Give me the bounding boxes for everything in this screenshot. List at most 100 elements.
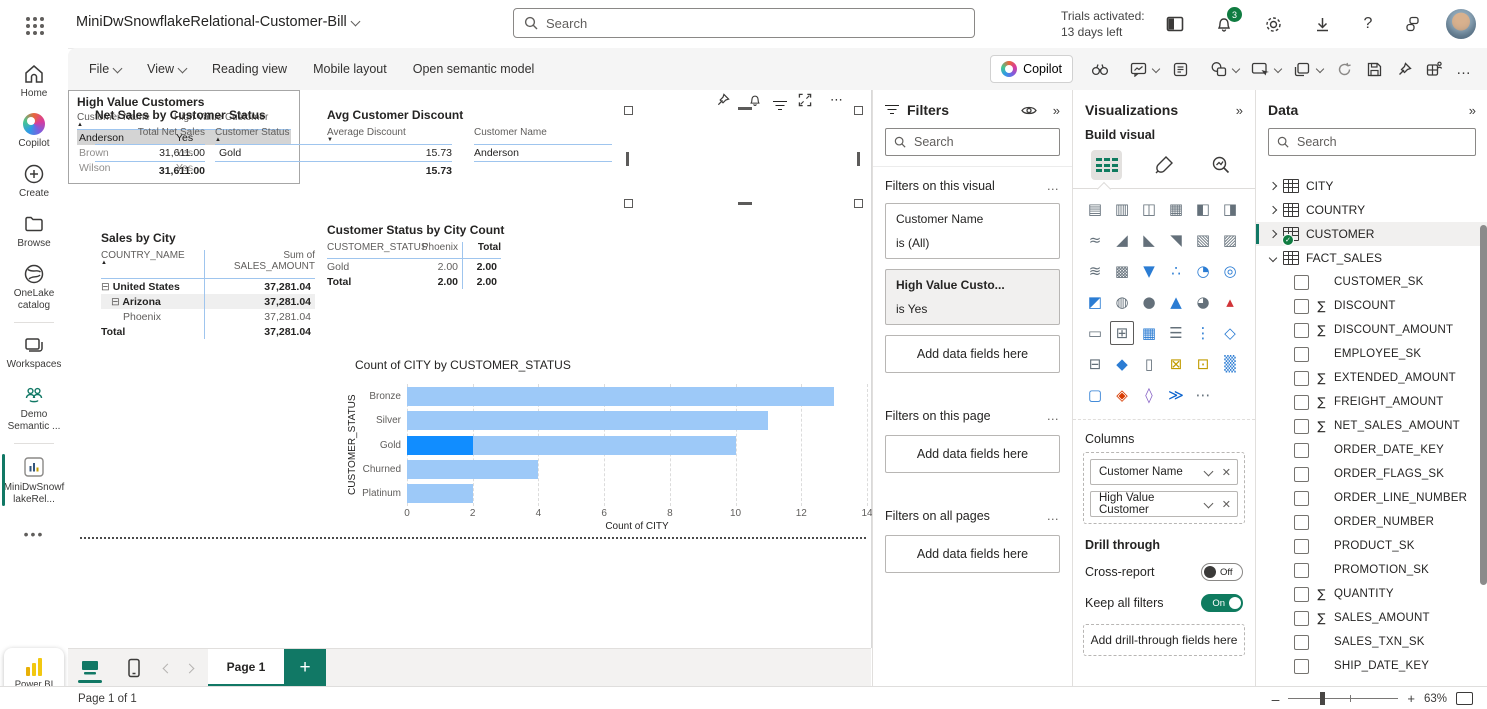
nav-home[interactable]: Home — [0, 56, 68, 106]
add-fields-dropzone[interactable]: Add data fields here — [885, 335, 1060, 373]
viz-icon-azure-map[interactable]: ▲ — [1164, 290, 1188, 314]
field-item-ship_date_key[interactable]: SHIP_DATE_KEY — [1256, 654, 1487, 678]
column-header[interactable]: Phoenix — [419, 242, 463, 259]
data-search-input[interactable]: Search — [1268, 128, 1476, 156]
visual-avg-discount-table[interactable]: Avg Customer Discount Average Discount▼ … — [327, 108, 612, 180]
field-item-discount[interactable]: ∑DISCOUNT — [1256, 294, 1487, 318]
viz-icon-table[interactable]: ⊞ — [1110, 321, 1134, 345]
field-item-order_date_key[interactable]: ORDER_DATE_KEY — [1256, 438, 1487, 462]
alert-icon[interactable] — [748, 93, 762, 107]
field-checkbox[interactable] — [1294, 635, 1309, 650]
matrix-row-label[interactable]: ⊟ Arizona — [101, 294, 205, 309]
viz-icon-slicer[interactable]: ▭ — [1083, 321, 1107, 345]
field-item-product_sk[interactable]: PRODUCT_SK — [1256, 534, 1487, 558]
bar-bronze[interactable] — [407, 387, 834, 406]
visual-status-by-city-matrix[interactable]: Customer Status by City Count CUSTOMER_S… — [327, 223, 505, 289]
field-checkbox[interactable] — [1294, 323, 1309, 338]
app-launcher-icon[interactable] — [26, 17, 44, 35]
visual-bar-chart[interactable]: Count of CITY by CUSTOMER_STATUS CUSTOME… — [347, 358, 867, 536]
field-item-customer_sk[interactable]: CUSTOMER_SK — [1256, 270, 1487, 294]
zoom-slider-thumb[interactable] — [1320, 692, 1325, 705]
fit-to-page-icon[interactable] — [1456, 692, 1473, 705]
field-checkbox[interactable] — [1294, 539, 1309, 554]
menu-view[interactable]: View — [134, 48, 199, 90]
resize-handle[interactable] — [624, 199, 633, 208]
field-item-quantity[interactable]: ∑QUANTITY — [1256, 582, 1487, 606]
bar-gold[interactable] — [407, 436, 736, 455]
eye-icon[interactable] — [1021, 105, 1037, 116]
column-header[interactable]: COUNTRY_NAME▲ — [101, 250, 205, 279]
viz-icon-matrix[interactable]: ▦ — [1137, 321, 1161, 345]
web-view-button[interactable] — [68, 649, 112, 687]
tab-analytics[interactable] — [1206, 150, 1237, 180]
remove-field-icon[interactable]: ✕ — [1222, 498, 1231, 511]
viz-icon-stacked-column-chart[interactable]: ▥ — [1110, 197, 1134, 221]
column-header[interactable]: Average Discount▼ — [327, 127, 452, 145]
matrix-row-value[interactable]: 37,281.04 — [205, 309, 315, 324]
viz-icon-stacked-bar-chart[interactable]: ▤ — [1083, 197, 1107, 221]
field-checkbox[interactable] — [1294, 611, 1309, 626]
viz-icon-map[interactable]: ◍ — [1110, 290, 1134, 314]
matrix-row-value[interactable]: 37,281.04 — [205, 279, 315, 294]
notifications-button[interactable]: 3 — [1212, 12, 1236, 36]
matrix-row-value[interactable]: 2.00 — [419, 259, 463, 274]
field-item-net_sales_amount[interactable]: ∑NET_SALES_AMOUNT — [1256, 414, 1487, 438]
tab-format-visual[interactable] — [1148, 150, 1179, 180]
page-tab-page1[interactable]: Page 1 — [208, 649, 284, 687]
find-icon[interactable] — [1087, 55, 1113, 83]
visual-net-sales-table[interactable]: Net Sales by Customer Status Total Net S… — [95, 108, 335, 180]
viz-icon-qa-visual[interactable]: ◇ — [1218, 321, 1242, 345]
viz-icon-clustered-bar-chart[interactable]: ◫ — [1137, 197, 1161, 221]
chevron-down-icon[interactable] — [1203, 466, 1213, 476]
column-header[interactable]: Sum of SALES_AMOUNT — [205, 250, 315, 279]
mobile-view-button[interactable] — [112, 649, 156, 687]
field-checkbox[interactable] — [1294, 587, 1309, 602]
field-checkbox[interactable] — [1294, 275, 1309, 290]
add-fields-dropzone[interactable]: Add data fields here — [885, 535, 1060, 573]
viz-icon-stacked-area-chart[interactable]: ◣ — [1137, 228, 1161, 252]
viz-icon-line-clustered-column-chart[interactable]: ▨ — [1218, 228, 1242, 252]
teams-share-icon[interactable] — [1421, 55, 1447, 83]
buttons-icon[interactable] — [1289, 55, 1315, 83]
cross-report-toggle[interactable]: Off — [1201, 563, 1243, 581]
chevron-right-icon[interactable] — [1269, 206, 1277, 214]
global-search-input[interactable]: Search — [513, 8, 975, 38]
viz-icon-line-chart[interactable]: ≈ — [1083, 228, 1107, 252]
columns-well[interactable]: Customer Name ✕ High Value Customer ✕ — [1083, 452, 1245, 524]
table-cell[interactable]: 31,611.00 — [95, 145, 205, 162]
remove-field-icon[interactable]: ✕ — [1222, 466, 1231, 479]
table-cell[interactable]: 15.73 — [327, 145, 452, 162]
matrix-row-value[interactable]: 37,281.04 — [205, 294, 315, 309]
viz-icon-decomposition-tree[interactable]: ⋮ — [1191, 321, 1215, 345]
resize-handle[interactable] — [854, 106, 863, 115]
zoom-slider[interactable] — [1288, 698, 1398, 700]
pin-visual-icon[interactable] — [716, 93, 730, 107]
resize-handle[interactable] — [857, 152, 860, 166]
viz-icon-more-visuals[interactable]: ⋯ — [1191, 383, 1215, 407]
viz-icon-ribbon-area-chart[interactable]: ◥ — [1164, 228, 1188, 252]
shapes-icon[interactable] — [1205, 55, 1231, 83]
viz-icon-kpi[interactable]: ▴ — [1218, 290, 1242, 314]
user-avatar[interactable] — [1446, 9, 1476, 39]
field-checkbox[interactable] — [1294, 299, 1309, 314]
viz-icon-metrics[interactable]: ◆ — [1110, 352, 1134, 376]
pin-icon[interactable] — [1391, 55, 1417, 83]
menu-file[interactable]: File — [76, 48, 134, 90]
field-item-employee_sk[interactable]: EMPLOYEE_SK — [1256, 342, 1487, 366]
field-checkbox[interactable] — [1294, 467, 1309, 482]
viz-icon-paginated-report[interactable]: ⊟ — [1083, 352, 1107, 376]
filter-card-customer-name[interactable]: Customer Name is (All) — [885, 203, 1060, 259]
table-item-city[interactable]: CITY — [1256, 174, 1487, 198]
viz-icon-gauge[interactable]: ◕ — [1191, 290, 1215, 314]
viz-icon-image[interactable]: ▒ — [1218, 352, 1242, 376]
field-chip-high-value-customer[interactable]: High Value Customer ✕ — [1090, 491, 1238, 517]
more-options-icon[interactable]: ⋯ — [830, 92, 844, 108]
more-options-icon[interactable]: … — [1451, 55, 1477, 83]
table-item-customer[interactable]: CUSTOMER ✓ — [1256, 222, 1487, 246]
field-item-promotion_sk[interactable]: PROMOTION_SK — [1256, 558, 1487, 582]
matrix-row-label[interactable]: Phoenix — [101, 309, 205, 324]
field-item-order_flags_sk[interactable]: ORDER_FLAGS_SK — [1256, 462, 1487, 486]
resize-handle[interactable] — [626, 152, 629, 166]
menu-reading-view[interactable]: Reading view — [199, 48, 300, 90]
chevron-down-icon[interactable] — [1269, 254, 1277, 262]
